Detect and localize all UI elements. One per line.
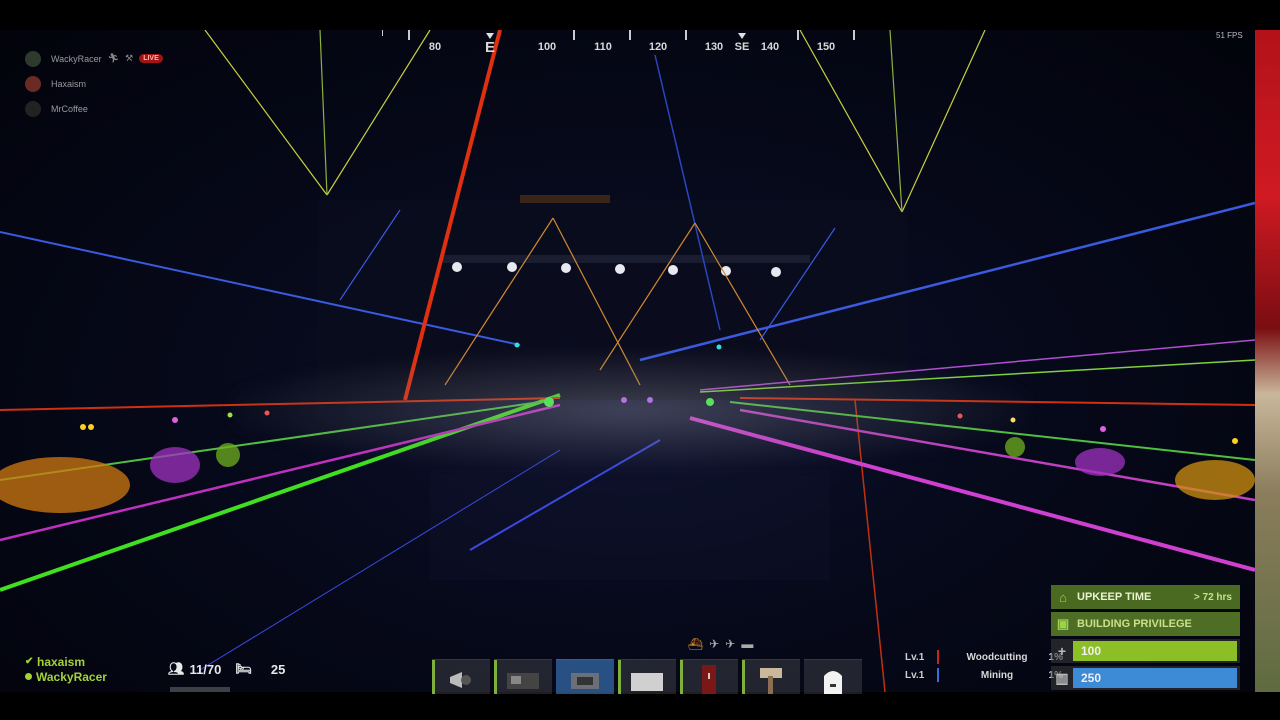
online-players: ✔ haxaism WackyRacer <box>25 654 107 684</box>
hammer-icon <box>760 668 782 694</box>
hotbar-slot-4[interactable] <box>618 659 676 694</box>
skill-color-bar <box>937 668 939 682</box>
population-value: 11/70 <box>189 661 222 677</box>
health-track: 100 <box>1073 641 1237 661</box>
condition-bar <box>742 660 745 694</box>
fps-counter: 51 FPS <box>1216 31 1243 40</box>
compass-label: 120 <box>648 41 668 53</box>
skill-row: Lv.1 Mining 1% <box>905 666 1063 684</box>
online-dot-icon <box>25 673 32 680</box>
avatar <box>25 75 41 92</box>
skill-name: Mining <box>980 669 1014 681</box>
condition-bar <box>618 660 621 694</box>
team-member-name: WackyRacer <box>51 53 102 64</box>
avatar <box>25 100 41 117</box>
water-track: 250 <box>1073 668 1237 688</box>
helicopter-icon: ✈ <box>725 637 736 651</box>
team-member[interactable]: WackyRacer 🏃︎ ⚒ LIVE <box>25 46 163 71</box>
tank-icon: ▬ <box>741 637 754 651</box>
health-plus-icon: + <box>1057 643 1067 659</box>
skill-name: Woodcutting <box>966 651 1028 663</box>
hotbar-slot-3[interactable] <box>556 659 614 694</box>
team-member[interactable]: MrCoffee <box>25 96 163 121</box>
box-icon <box>631 673 663 692</box>
check-icon: ✔ <box>25 656 34 667</box>
hotbar-slot-1[interactable] <box>432 659 490 694</box>
hotbar-slot-2[interactable] <box>494 659 552 694</box>
skill-level: Lv.1 <box>905 651 925 663</box>
cup-icon: ▥ <box>1055 669 1069 686</box>
team-member-name: MrCoffee <box>51 103 88 114</box>
skill-color-bar <box>937 650 939 664</box>
compass-label: 150 <box>816 41 836 53</box>
compass: 80 E 100 110 120 130 SE 140 150 <box>380 30 860 60</box>
online-player: ✔ haxaism <box>25 654 107 669</box>
live-badge: LIVE <box>139 54 163 63</box>
skills-panel: Lv.1 Woodcutting 1% Lv.1 Mining 1% <box>905 648 1063 684</box>
stats-underline <box>170 687 230 692</box>
webcam-strip <box>1255 30 1280 692</box>
hotbar-slot-7[interactable] <box>804 659 862 694</box>
compass-marker-icon <box>738 33 746 39</box>
condition-bar <box>432 660 435 694</box>
avatar <box>25 50 41 67</box>
health-meter: + 100 <box>1051 639 1240 663</box>
compass-tick <box>382 30 383 36</box>
minicopter-icon: ✈ <box>709 637 720 651</box>
backpack-icon <box>824 671 842 694</box>
letterbox-bottom <box>0 692 1280 720</box>
building-privilege-label: BUILDING PRIVILEGE <box>1077 618 1192 630</box>
furnace-icon <box>571 673 599 690</box>
compass-label-cardinal: E <box>484 39 496 56</box>
home-icon: ⌂ <box>1059 589 1067 605</box>
health-value: 100 <box>1081 644 1102 658</box>
compass-tick <box>408 30 410 40</box>
upkeep-row: ⌂ UPKEEP TIME > 72 hrs <box>1051 585 1240 609</box>
boat-icon: ⛴ <box>688 637 704 651</box>
hotbar-slot-6[interactable] <box>742 659 800 694</box>
upkeep-value: > 72 hrs <box>1193 591 1232 603</box>
bed-icon: 🛏︎ <box>235 661 252 676</box>
compass-tick <box>685 30 687 40</box>
vehicle-indicators: ⛴ ✈ ✈ ▬ <box>688 637 753 651</box>
sleepers-value: 25 <box>270 661 286 677</box>
condition-bar <box>494 660 497 694</box>
compass-label: 80 <box>428 41 442 53</box>
status-panel: ⌂ UPKEEP TIME > 72 hrs ▣ BUILDING PRIVIL… <box>1051 585 1240 693</box>
compass-label: 130 <box>704 41 724 53</box>
skill-row: Lv.1 Woodcutting 1% <box>905 648 1063 666</box>
hotbar-slot-5[interactable] <box>680 659 738 694</box>
compass-tick <box>853 30 855 40</box>
compass-tick <box>573 30 575 40</box>
running-icon: 🏃︎ <box>107 53 120 63</box>
locker-icon <box>702 665 716 694</box>
online-player-name: WackyRacer <box>36 669 107 684</box>
compass-label: 140 <box>760 41 780 53</box>
players-icon: 👥︎ <box>168 661 185 676</box>
compass-tick <box>797 30 799 40</box>
water-meter: ▥ 250 <box>1051 666 1240 690</box>
online-player-name: haxaism <box>37 654 86 669</box>
compass-label: 100 <box>537 41 557 53</box>
letterbox-top <box>0 0 1280 30</box>
megaphone-icon <box>450 672 471 689</box>
compass-tick <box>629 30 631 40</box>
online-player: WackyRacer <box>25 669 107 684</box>
hotbar <box>432 659 862 694</box>
team-member[interactable]: Haxaism <box>25 71 163 96</box>
water-value: 250 <box>1081 671 1102 685</box>
cube-icon: ▣ <box>1056 616 1070 631</box>
server-stats: 👥︎ 11/70 🛏︎ 25 <box>168 661 285 677</box>
mixing-table-icon <box>507 673 539 690</box>
stage-fog <box>230 350 1030 470</box>
building-privilege-row: ▣ BUILDING PRIVILEGE <box>1051 612 1240 636</box>
condition-bar <box>680 660 683 694</box>
upkeep-label: UPKEEP TIME <box>1077 591 1152 603</box>
compass-label: SE <box>734 41 750 53</box>
team-member-name: Haxaism <box>51 78 87 89</box>
wrench-icon: ⚒ <box>125 53 134 63</box>
skill-level: Lv.1 <box>905 669 925 681</box>
team-list: WackyRacer 🏃︎ ⚒ LIVE Haxaism MrCoffee <box>25 46 163 121</box>
compass-label: 110 <box>594 41 612 53</box>
